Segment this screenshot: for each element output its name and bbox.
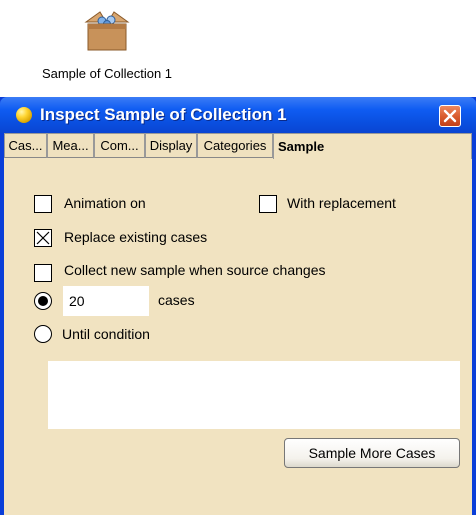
animation-label: Animation on bbox=[64, 195, 146, 211]
sample-more-cases-button[interactable]: Sample More Cases bbox=[284, 438, 460, 468]
tab-bar: Cas... Mea... Com... Display Categories … bbox=[4, 133, 472, 159]
tab-cases[interactable]: Cas... bbox=[4, 133, 47, 158]
animation-checkbox[interactable] bbox=[34, 195, 52, 213]
checkmark-x-icon bbox=[36, 231, 50, 245]
sample-count-radio[interactable] bbox=[34, 292, 52, 310]
replacement-checkbox[interactable] bbox=[259, 195, 277, 213]
inspector-window: Inspect Sample of Collection 1 Cas... Me… bbox=[0, 97, 476, 515]
collect-sample-label: Collect new sample when source changes bbox=[64, 262, 326, 278]
tab-sample[interactable]: Sample bbox=[273, 133, 472, 159]
until-condition-radio[interactable] bbox=[34, 325, 52, 343]
desktop-icon-label[interactable]: Sample of Collection 1 bbox=[0, 66, 214, 81]
tab-comments[interactable]: Com... bbox=[94, 133, 145, 158]
window-title: Inspect Sample of Collection 1 bbox=[40, 105, 287, 124]
until-condition-label: Until condition bbox=[62, 326, 150, 342]
tab-display[interactable]: Display bbox=[145, 133, 197, 158]
replace-cases-label: Replace existing cases bbox=[64, 229, 208, 245]
tab-categories[interactable]: Categories bbox=[197, 133, 273, 158]
replace-cases-checkbox[interactable] bbox=[34, 229, 52, 247]
close-button[interactable] bbox=[439, 105, 461, 127]
condition-input[interactable] bbox=[48, 361, 460, 429]
orb-icon bbox=[16, 107, 32, 123]
replacement-label: With replacement bbox=[287, 195, 396, 211]
collect-sample-checkbox[interactable] bbox=[34, 264, 52, 282]
tab-measures[interactable]: Mea... bbox=[47, 133, 94, 158]
inspector-panel: Cas... Mea... Com... Display Categories … bbox=[4, 133, 472, 515]
title-bar[interactable]: Inspect Sample of Collection 1 bbox=[0, 97, 476, 133]
collection-box-icon[interactable] bbox=[82, 8, 132, 52]
sample-count-input[interactable] bbox=[63, 286, 149, 316]
cases-label: cases bbox=[158, 292, 195, 308]
radio-selected-dot bbox=[38, 296, 48, 306]
